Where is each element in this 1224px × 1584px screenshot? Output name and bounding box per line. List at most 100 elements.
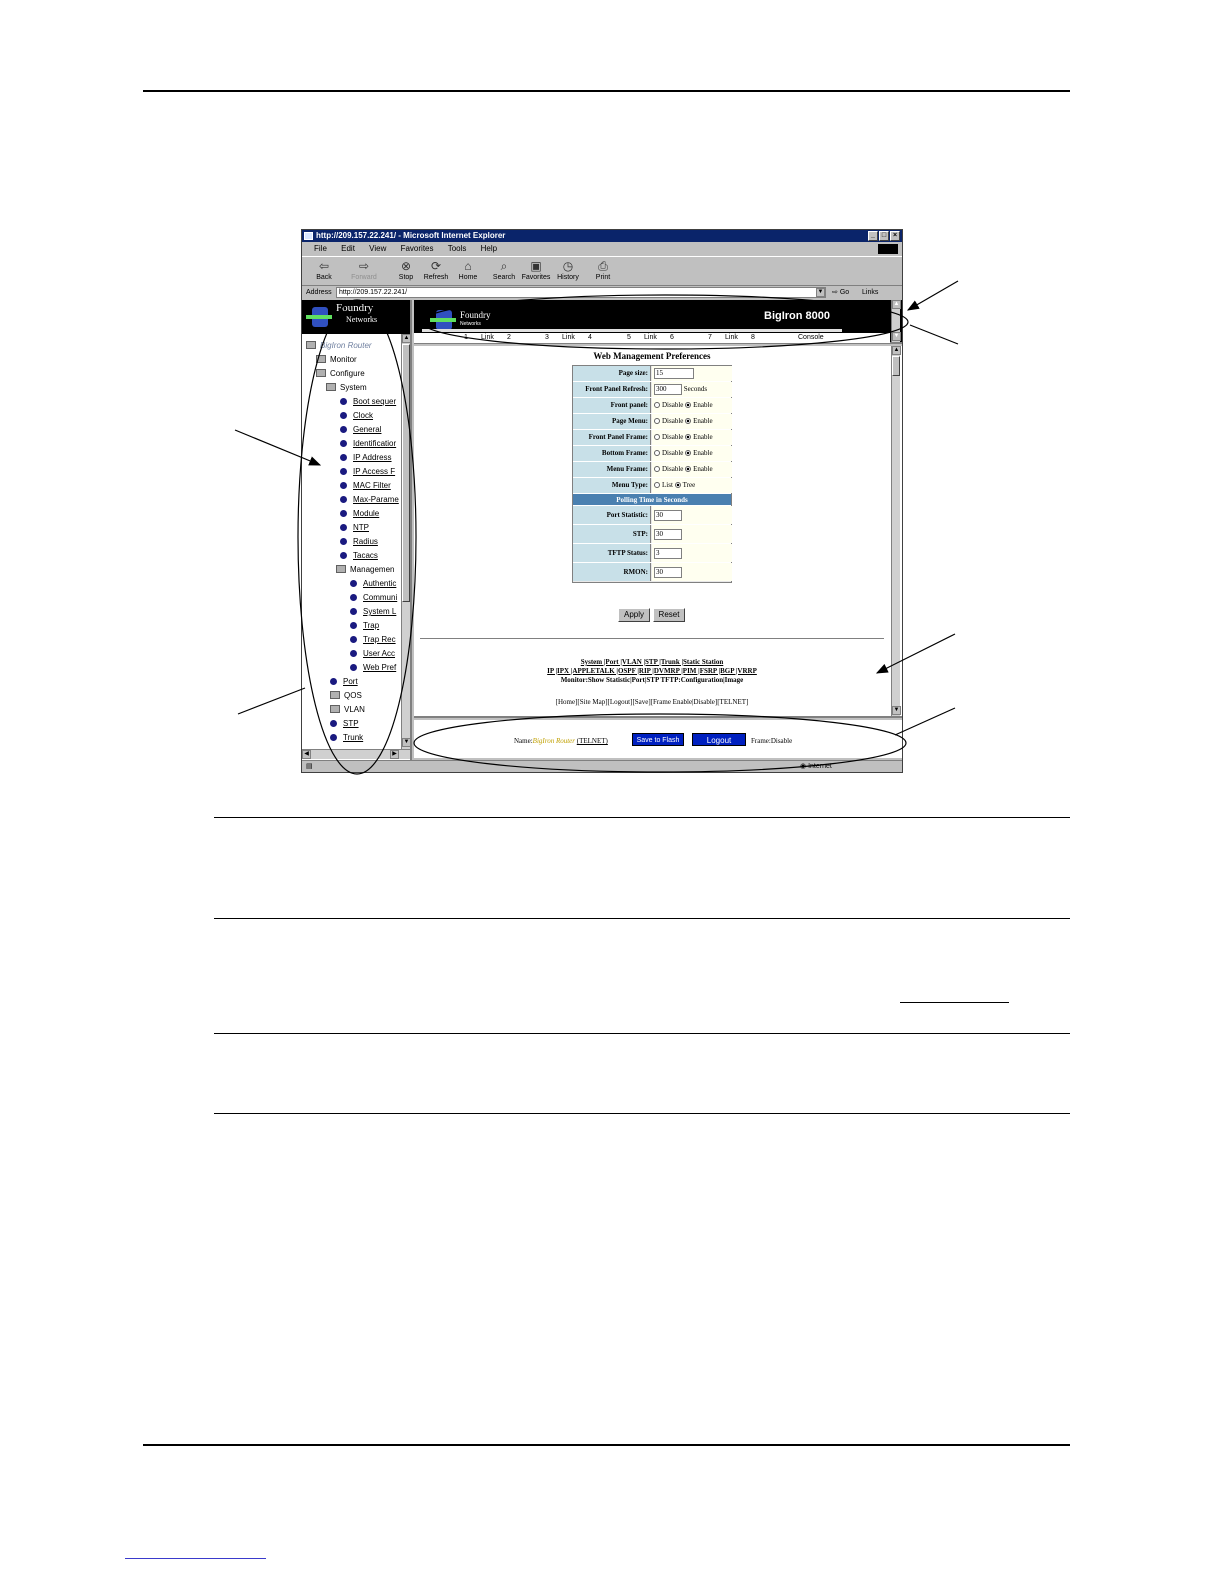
port-label[interactable]: 4 (588, 333, 592, 343)
port-label[interactable]: 8 (751, 333, 755, 343)
tree-configure[interactable]: Configure (316, 368, 365, 380)
scroll-up-icon[interactable]: ▲ (892, 346, 901, 355)
refresh-button[interactable]: ⟳ Refresh (420, 260, 452, 282)
tree-bottom-item[interactable]: QOS (330, 690, 362, 702)
tree-system-item[interactable]: General (340, 424, 381, 436)
tree-system-item[interactable]: NTP (340, 522, 369, 534)
tree-management-item[interactable]: Trap Rec (350, 634, 396, 646)
refresh-input[interactable]: 300 (654, 383, 682, 395)
scroll-down-icon[interactable]: ▼ (892, 332, 901, 341)
reset-button[interactable]: Reset (653, 608, 685, 622)
nav-links-monitor[interactable]: Monitor:Show Statistic|Port|STP TFTP:Con… (414, 676, 890, 684)
menu-help[interactable]: Help (481, 244, 497, 253)
scroll-right-icon[interactable]: ▶ (390, 750, 399, 759)
tree-management[interactable]: Managemen (336, 564, 394, 576)
tree-system-item[interactable]: Max-Parame (340, 494, 399, 506)
port-label[interactable]: 5 (627, 333, 631, 343)
menu-type-list-radio[interactable] (654, 482, 660, 488)
scroll-down-icon[interactable]: ▼ (892, 706, 901, 715)
frame-toggle-link[interactable]: Frame:Disable (751, 737, 792, 745)
port-label[interactable]: 2 (507, 333, 511, 343)
page-menu-enable-radio[interactable] (685, 418, 692, 424)
tree-system-item[interactable]: IP Access F (340, 466, 395, 478)
tree-system-item[interactable]: Boot sequer (340, 396, 396, 408)
tree-system-item[interactable]: Clock (340, 410, 373, 422)
save-to-flash-button[interactable]: Save to Flash (632, 733, 684, 746)
address-input[interactable]: http://209.157.22.241/ (336, 287, 826, 298)
tree-system-item[interactable]: Tacacs (340, 550, 378, 562)
telnet-link[interactable]: (TELNET) (577, 737, 608, 745)
scroll-left-icon[interactable]: ◀ (302, 750, 311, 759)
page-menu-disable-radio[interactable] (654, 418, 660, 424)
nav-links-ip[interactable]: IP |IPX |APPLETALK |OSPF |RIP |DVMRP |PI… (414, 667, 890, 675)
tree-monitor[interactable]: Monitor (316, 354, 357, 366)
menu-frame-enable-radio[interactable] (685, 466, 692, 472)
port-label[interactable]: 1 (464, 333, 468, 343)
menu-tools[interactable]: Tools (448, 244, 467, 253)
menu-view[interactable]: View (369, 244, 386, 253)
tree-bottom-item[interactable]: VLAN (330, 704, 365, 716)
back-button[interactable]: ⇦ Back (308, 260, 340, 282)
nav-links-config[interactable]: System |Port |VLAN |STP |Trunk |Static S… (414, 658, 890, 666)
port-statistic-input[interactable]: 30 (654, 509, 682, 521)
scroll-thumb[interactable] (892, 356, 900, 376)
print-button[interactable]: ⎙ Print (587, 260, 619, 282)
left-vertical-scrollbar[interactable]: ▲ ▼ (401, 334, 411, 749)
tree-root[interactable]: BigIron Router (306, 340, 372, 352)
port-label[interactable]: 6 (670, 333, 674, 343)
bottom-frame-enable-radio[interactable] (685, 450, 692, 456)
menu-edit[interactable]: Edit (341, 244, 355, 253)
tree-system[interactable]: System (326, 382, 367, 394)
top-frame-scrollbar[interactable]: ▲ ▼ (891, 300, 901, 342)
stp-input[interactable]: 30 (654, 528, 682, 540)
scroll-up-icon[interactable]: ▲ (892, 300, 901, 309)
tree-system-item[interactable]: MAC Filter (340, 480, 391, 492)
scroll-down-icon[interactable]: ▼ (402, 738, 411, 747)
apply-button[interactable]: Apply (618, 608, 650, 622)
search-button[interactable]: ⌕ Search (488, 260, 520, 282)
favorites-button[interactable]: ▣ Favorites (520, 260, 552, 282)
rmon-input[interactable]: 30 (654, 566, 682, 578)
page-size-input[interactable]: 15 (654, 367, 694, 379)
go-button[interactable]: ⇨ Go (832, 286, 849, 299)
logout-button[interactable]: Logout (692, 733, 746, 746)
fp-frame-enable-radio[interactable] (685, 434, 692, 440)
menu-type-tree-radio[interactable] (674, 482, 681, 488)
tree-system-item[interactable]: Identificatior (340, 438, 396, 450)
tree-bottom-item[interactable]: Trunk (330, 732, 363, 744)
port-label[interactable]: 7 (708, 333, 712, 343)
tree-management-item[interactable]: Authentic (350, 578, 396, 590)
tree-bottom-item[interactable]: Port (330, 676, 358, 688)
menu-favorites[interactable]: Favorites (401, 244, 434, 253)
front-panel-enable-radio[interactable] (685, 402, 692, 408)
nav-links-home[interactable]: [Home][Site Map][Logout][Save][Frame Ena… (414, 698, 890, 706)
console-port-label[interactable]: Console (798, 333, 824, 343)
tree-management-item[interactable]: System L (350, 606, 396, 618)
links-button[interactable]: Links (862, 286, 878, 299)
tree-management-item[interactable]: Communi (350, 592, 397, 604)
stop-button[interactable]: ⊗ Stop (390, 260, 422, 282)
scroll-up-icon[interactable]: ▲ (402, 334, 411, 343)
tree-management-item[interactable]: Trap (350, 620, 379, 632)
maximize-icon[interactable]: □ (879, 231, 889, 241)
home-button[interactable]: ⌂ Home (452, 260, 484, 282)
menu-file[interactable]: File (314, 244, 327, 253)
tree-system-item[interactable]: Module (340, 508, 379, 520)
close-icon[interactable]: × (890, 231, 900, 241)
menu-frame-disable-radio[interactable] (654, 466, 660, 472)
scroll-thumb[interactable] (402, 344, 410, 602)
front-panel-disable-radio[interactable] (654, 402, 660, 408)
forward-button[interactable]: ⇨ Forward (348, 260, 380, 282)
tree-management-item[interactable]: Web Pref (350, 662, 396, 674)
tree-system-item[interactable]: IP Address (340, 452, 392, 464)
bottom-frame-disable-radio[interactable] (654, 450, 660, 456)
history-button[interactable]: ◷ History (552, 260, 584, 282)
tree-system-item[interactable]: Radius (340, 536, 378, 548)
address-dropdown-icon[interactable]: ▼ (816, 288, 825, 297)
minimize-icon[interactable]: _ (868, 231, 878, 241)
tree-bottom-item[interactable]: STP (330, 718, 359, 730)
tftp-status-input[interactable]: 3 (654, 547, 682, 559)
fp-frame-disable-radio[interactable] (654, 434, 660, 440)
main-vertical-scrollbar[interactable]: ▲ ▼ (891, 346, 901, 716)
port-label[interactable]: 3 (545, 333, 549, 343)
